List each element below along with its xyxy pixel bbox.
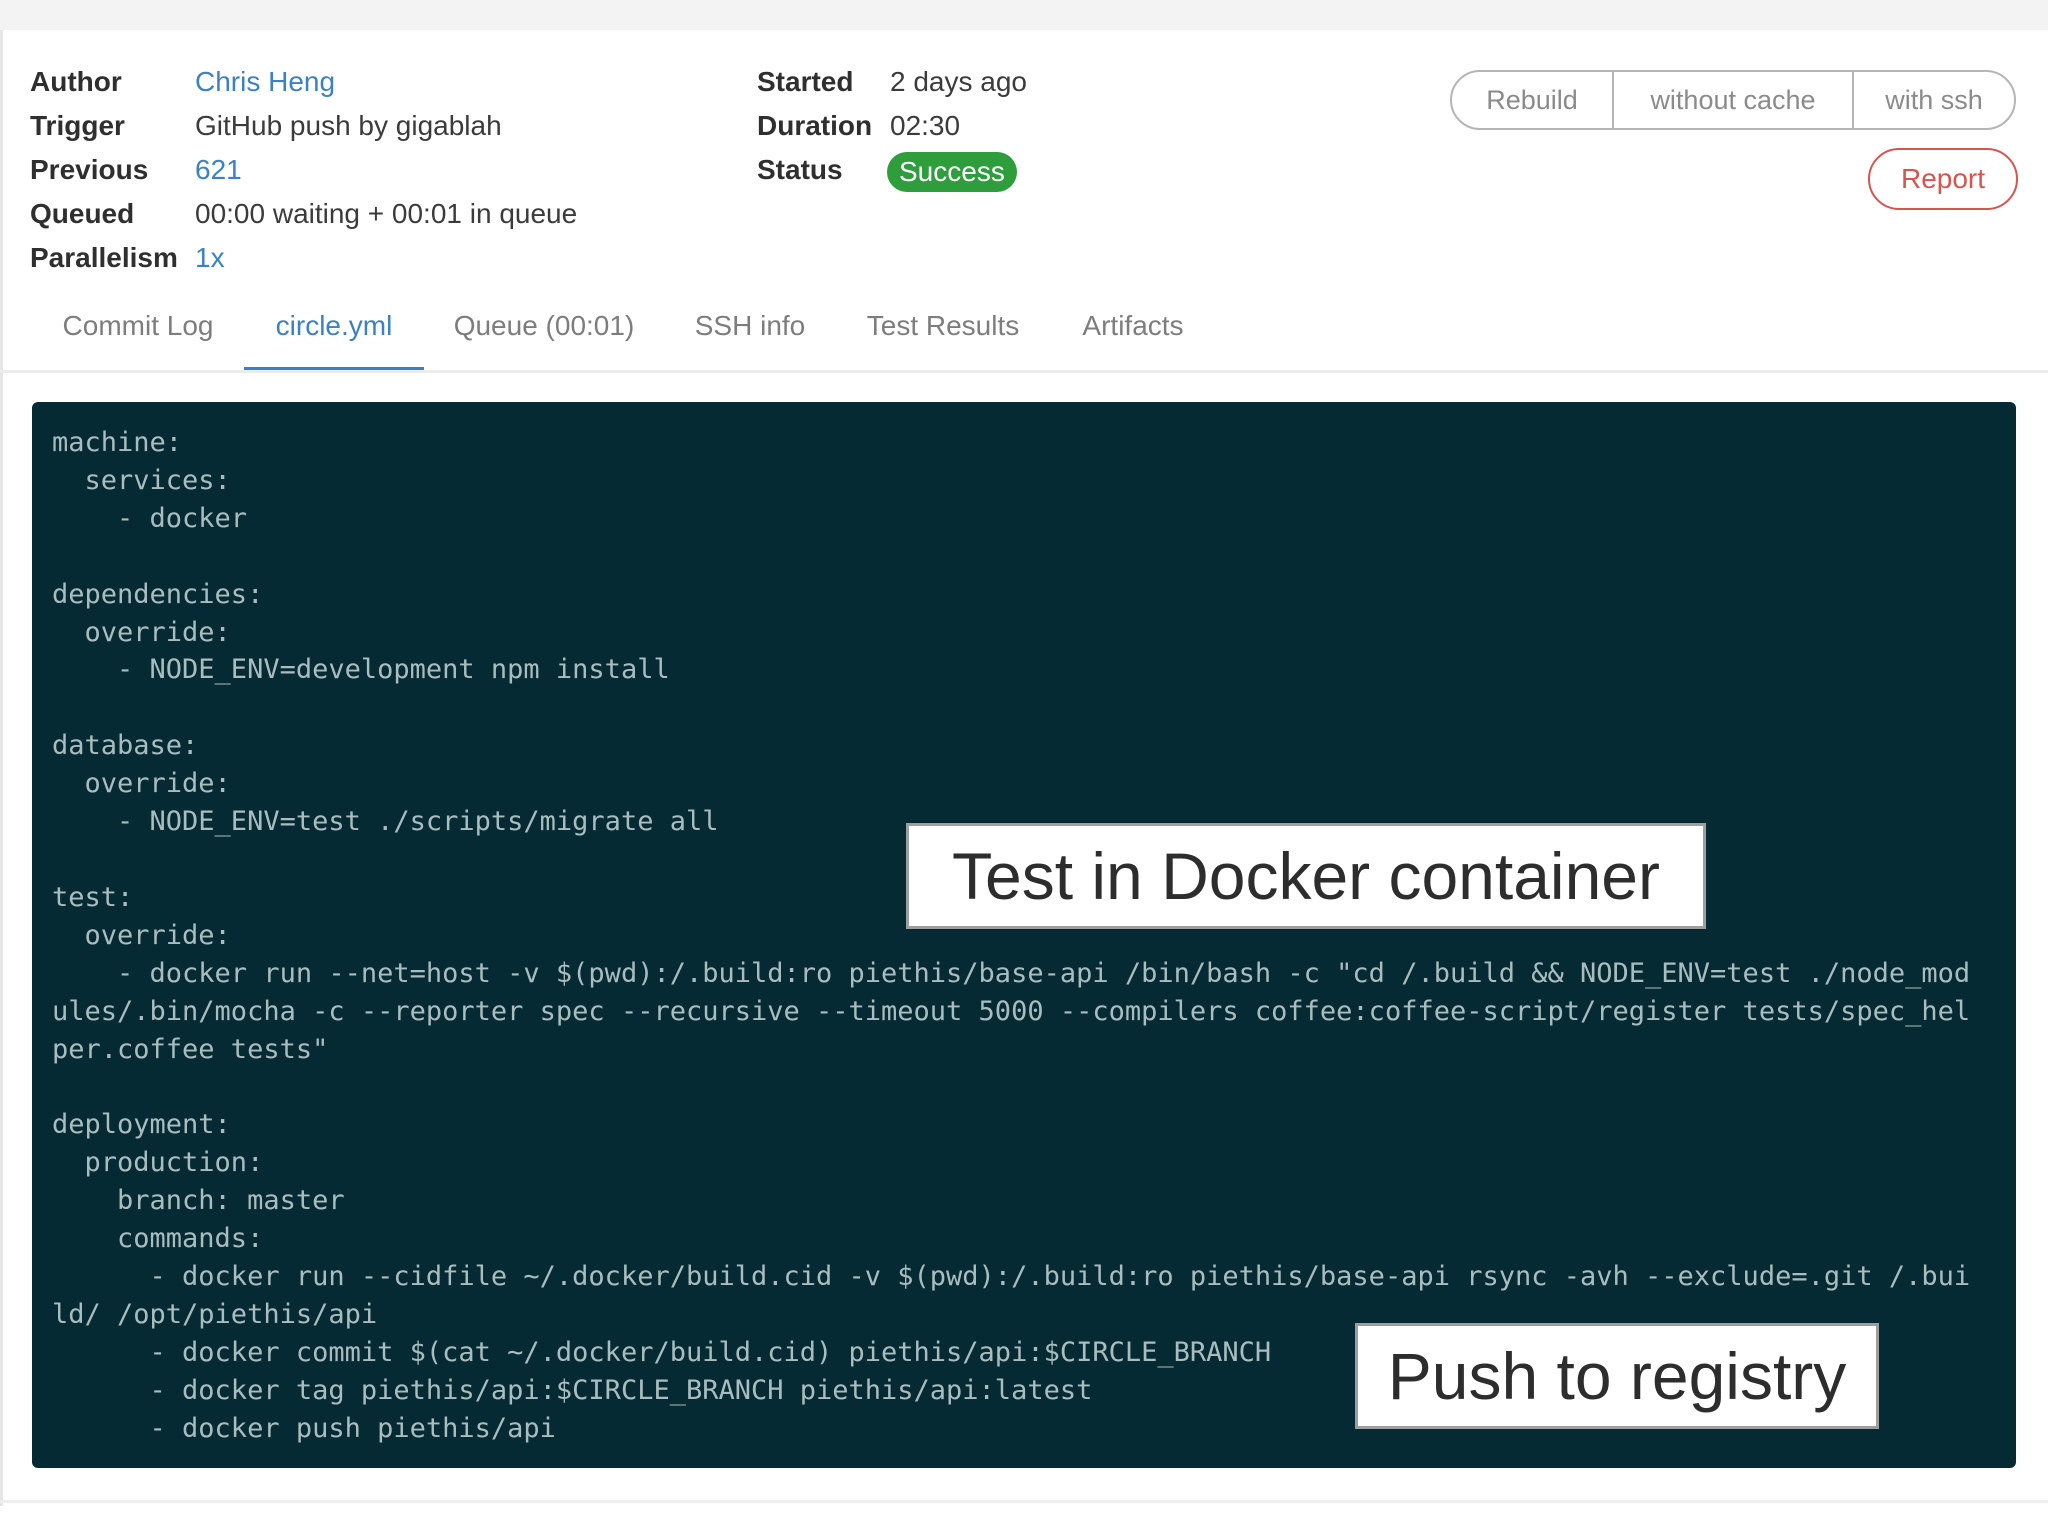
author-link[interactable]: Chris Heng — [195, 62, 335, 102]
report-button[interactable]: Report — [1868, 148, 2018, 210]
top-bar — [0, 0, 2048, 30]
rebuild-button-group: Rebuild without cache with ssh — [1450, 70, 2016, 130]
bottom-divider — [0, 1500, 2048, 1503]
tab-test-results[interactable]: Test Results — [856, 296, 1030, 372]
callout-push-registry: Push to registry — [1355, 1323, 1879, 1429]
duration-label: Duration — [757, 110, 873, 141]
parallelism-link[interactable]: 1x — [195, 238, 225, 278]
build-tabs: Commit Log circle.yml Queue (00:01) SSH … — [0, 296, 2048, 372]
tab-artifacts[interactable]: Artifacts — [1068, 296, 1198, 372]
callout-docker-test: Test in Docker container — [906, 823, 1706, 929]
duration-value: 02:30 — [890, 110, 961, 141]
rebuild-without-cache-button[interactable]: without cache — [1612, 72, 1852, 128]
circle-yml-viewer: machine: services: - docker dependencies… — [32, 402, 2016, 1468]
queued-label: Queued — [30, 198, 135, 229]
trigger-label: Trigger — [30, 110, 125, 141]
tab-circle-yml[interactable]: circle.yml — [244, 296, 424, 372]
status-badge: Success — [887, 152, 1017, 192]
circle-yml-code: machine: services: - docker dependencies… — [52, 427, 1971, 1444]
build-page: Author Chris Heng Trigger GitHub push by… — [0, 0, 2048, 1536]
tab-ssh-info[interactable]: SSH info — [680, 296, 820, 372]
trigger-value: GitHub push by gigablah — [195, 110, 502, 141]
queued-value: 00:00 waiting + 00:01 in queue — [195, 198, 578, 229]
rebuild-with-ssh-button[interactable]: with ssh — [1852, 72, 2014, 128]
tabs-divider — [0, 370, 2048, 373]
started-value: 2 days ago — [890, 66, 1027, 97]
status-label: Status — [757, 154, 843, 185]
previous-build-link[interactable]: 621 — [195, 150, 242, 190]
started-label: Started — [757, 66, 854, 97]
tab-commit-log[interactable]: Commit Log — [40, 296, 236, 372]
tab-queue[interactable]: Queue (00:01) — [444, 296, 644, 372]
author-label: Author — [30, 66, 122, 97]
parallelism-label: Parallelism — [30, 242, 178, 273]
previous-label: Previous — [30, 154, 149, 185]
rebuild-button[interactable]: Rebuild — [1452, 72, 1612, 128]
